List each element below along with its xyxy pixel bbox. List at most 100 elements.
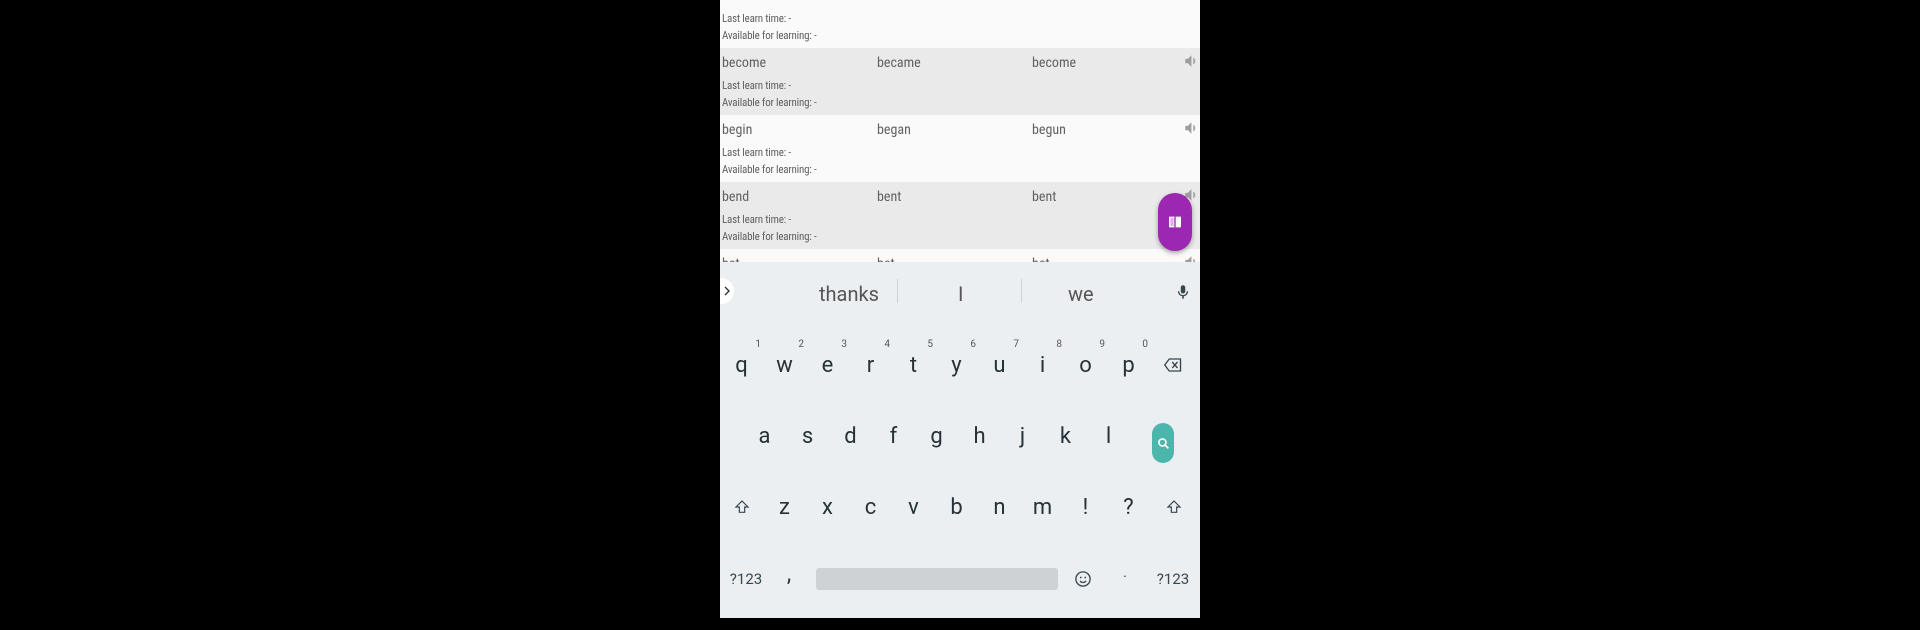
key-label: w	[776, 352, 793, 378]
verb-row[interactable]: bet bet bet	[720, 249, 1200, 262]
key-o[interactable]: o9	[1064, 339, 1107, 385]
key-hint: 3	[841, 339, 847, 350]
key-hint: 0	[1142, 339, 1148, 350]
available-for-learning: Available for learning: -	[722, 96, 817, 109]
key-d[interactable]: d	[829, 416, 872, 456]
space-bar[interactable]	[816, 568, 1058, 590]
available-for-learning: Available for learning: -	[722, 163, 817, 176]
key-hint: 8	[1056, 339, 1062, 350]
suggestion-strip: thanks I we	[720, 262, 1200, 320]
key-z[interactable]: z	[763, 487, 806, 527]
verb-row[interactable]: become became become Last learn time: - …	[720, 48, 1200, 115]
key-w[interactable]: w2	[763, 339, 806, 385]
emoji-icon	[1075, 571, 1091, 587]
key-hint: 6	[970, 339, 976, 350]
suggestion-divider	[897, 279, 898, 303]
key-label: u	[993, 352, 1006, 378]
verb-base-form: begin	[722, 122, 753, 138]
last-learn-time: Last learn time: -	[722, 12, 791, 25]
verb-past-form: bent	[877, 189, 902, 205]
verb-participle-form: become	[1032, 55, 1077, 71]
key-s[interactable]: s	[786, 416, 829, 456]
suggestion-divider	[1021, 279, 1022, 303]
key-c[interactable]: c	[849, 487, 892, 527]
key-a[interactable]: a	[743, 416, 786, 456]
verb-row[interactable]: bend bent bent Last learn time: - Availa…	[720, 182, 1200, 249]
key-hint: 4	[884, 339, 890, 350]
comma-key[interactable]: ,	[774, 554, 804, 594]
available-for-learning: Available for learning: -	[722, 29, 817, 42]
key-l[interactable]: l	[1087, 416, 1130, 456]
key-label: p	[1122, 352, 1135, 378]
last-learn-time: Last learn time: -	[722, 213, 791, 226]
backspace-key[interactable]	[1152, 345, 1194, 385]
key-k[interactable]: k	[1044, 416, 1087, 456]
verb-participle-form: begun	[1032, 122, 1066, 138]
key-p[interactable]: p0	[1107, 339, 1150, 385]
key-t[interactable]: t5	[892, 339, 935, 385]
key-i[interactable]: i8	[1021, 339, 1064, 385]
verb-list[interactable]: Last learn time: - Available for learnin…	[720, 0, 1200, 262]
verb-past-form: began	[877, 122, 911, 138]
verb-row[interactable]: Last learn time: - Available for learnin…	[720, 0, 1200, 48]
soft-keyboard: thanks I we ?123 , · ?123 q1w2e3r4t5y6u7…	[720, 262, 1200, 618]
key-y[interactable]: y6	[935, 339, 978, 385]
verb-row[interactable]: begin began begun Last learn time: - Ava…	[720, 115, 1200, 182]
key-label: e	[821, 352, 834, 378]
shift-icon	[734, 500, 749, 513]
backspace-icon	[1164, 358, 1182, 372]
key-question[interactable]: ?	[1107, 487, 1150, 527]
expand-suggestions-button[interactable]	[720, 278, 734, 304]
available-for-learning: Available for learning: -	[722, 230, 817, 243]
key-hint: 1	[755, 339, 761, 350]
speaker-icon[interactable]	[1184, 121, 1198, 135]
speaker-icon[interactable]	[1184, 255, 1198, 262]
key-label: o	[1079, 352, 1092, 378]
last-learn-time: Last learn time: -	[722, 79, 791, 92]
key-u[interactable]: u7	[978, 339, 1021, 385]
symbols-key-right[interactable]: ?123	[1154, 559, 1192, 599]
verb-participle-form: bent	[1032, 189, 1057, 205]
key-label: q	[735, 352, 748, 378]
key-j[interactable]: j	[1001, 416, 1044, 456]
shift-key-right[interactable]	[1152, 487, 1195, 527]
key-hint: 9	[1099, 339, 1105, 350]
suggestion-1[interactable]: thanks	[819, 282, 879, 306]
key-g[interactable]: g	[915, 416, 958, 456]
search-key[interactable]	[1152, 423, 1174, 463]
microphone-icon[interactable]	[1174, 282, 1192, 302]
shift-icon	[1166, 500, 1181, 513]
key-m[interactable]: m	[1021, 487, 1064, 527]
key-hint: 5	[927, 339, 933, 350]
key-r[interactable]: r4	[849, 339, 892, 385]
verb-base-form: bend	[722, 189, 750, 205]
learn-fab-button[interactable]	[1158, 193, 1192, 251]
verb-base-form: become	[722, 55, 767, 71]
search-icon	[1157, 437, 1169, 449]
chevron-right-icon	[724, 286, 730, 296]
phone-screen: Last learn time: - Available for learnin…	[720, 0, 1200, 618]
key-hint: 7	[1013, 339, 1019, 350]
key-label: y	[951, 352, 962, 378]
key-e[interactable]: e3	[806, 339, 849, 385]
symbols-key[interactable]: ?123	[728, 559, 764, 599]
suggestion-3[interactable]: we	[1068, 282, 1094, 306]
key-v[interactable]: v	[892, 487, 935, 527]
book-icon	[1169, 216, 1181, 228]
key-x[interactable]: x	[806, 487, 849, 527]
key-q[interactable]: q1	[720, 339, 763, 385]
last-learn-time: Last learn time: -	[722, 146, 791, 159]
key-f[interactable]: f	[872, 416, 915, 456]
key-exclamation[interactable]: !	[1064, 487, 1107, 527]
key-label: r	[866, 352, 875, 378]
key-h[interactable]: h	[958, 416, 1001, 456]
period-key[interactable]: ·	[1110, 557, 1140, 597]
key-label: t	[909, 352, 918, 378]
verb-past-form: became	[877, 55, 921, 71]
suggestion-2[interactable]: I	[958, 282, 963, 306]
key-n[interactable]: n	[978, 487, 1021, 527]
emoji-key[interactable]	[1068, 559, 1098, 599]
key-b[interactable]: b	[935, 487, 978, 527]
speaker-icon[interactable]	[1184, 54, 1198, 68]
shift-key-left[interactable]	[720, 487, 763, 527]
